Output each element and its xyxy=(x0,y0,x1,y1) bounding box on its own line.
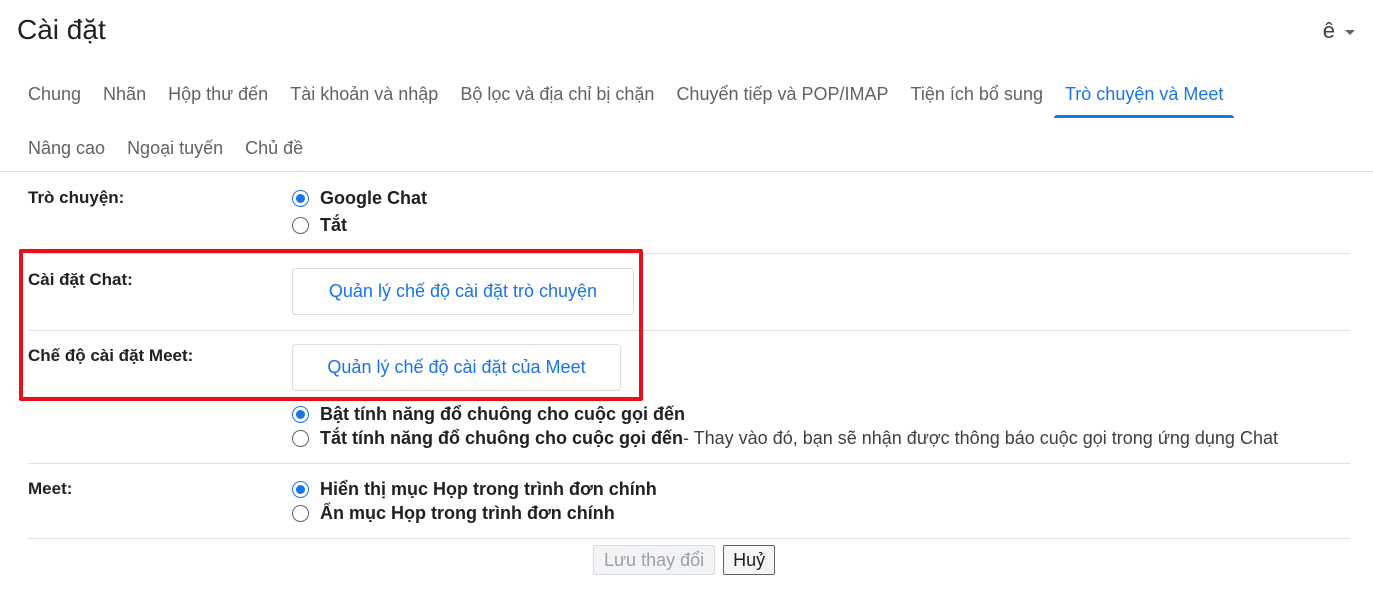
option-label: Tắt tính năng đổ chuông cho cuộc gọi đến xyxy=(320,428,683,448)
option-label: Tắt xyxy=(320,215,347,235)
manage-meet-settings-button[interactable]: Quản lý chế độ cài đặt của Meet xyxy=(292,344,621,391)
chat-settings-label: Cài đặt Chat: xyxy=(28,270,133,289)
cancel-button[interactable]: Huỷ xyxy=(723,545,776,575)
tab-filters-blocked[interactable]: Bộ lọc và địa chỉ bị chặn xyxy=(449,70,665,118)
tabs-divider xyxy=(0,171,1373,172)
tab-label: Hộp thư đến xyxy=(168,83,269,104)
tab-offline[interactable]: Ngoại tuyến xyxy=(116,124,234,172)
tab-label: Trò chuyện và Meet xyxy=(1064,83,1224,104)
chevron-down-icon xyxy=(1345,29,1355,35)
tab-general[interactable]: Chung xyxy=(17,70,92,118)
save-changes-button[interactable]: Lưu thay đổi xyxy=(593,545,716,575)
tab-addons[interactable]: Tiện ích bổ sung xyxy=(900,70,1054,118)
tab-themes[interactable]: Chủ đề xyxy=(234,124,314,172)
chat-label: Trò chuyện: xyxy=(28,188,125,207)
chat-option-off[interactable]: Tắt xyxy=(292,213,427,238)
tab-chat-and-meet[interactable]: Trò chuyện và Meet xyxy=(1053,70,1235,118)
row-divider xyxy=(28,538,1350,539)
tab-label: Tiện ích bổ sung xyxy=(910,83,1043,104)
meet-settings-label: Chế độ cài đặt Meet: xyxy=(28,346,194,365)
meet-options: Hiển thị mục Họp trong trình đơn chính Ẩ… xyxy=(292,477,657,526)
manage-chat-settings-button[interactable]: Quản lý chế độ cài đặt trò chuyện xyxy=(292,268,634,315)
option-label: Bật tính năng đổ chuông cho cuộc gọi đến xyxy=(320,404,685,424)
radio-button[interactable] xyxy=(292,217,309,234)
row-divider xyxy=(28,253,1350,254)
chat-options: Google Chat Tắt xyxy=(292,186,427,238)
page-title: Cài đặt xyxy=(17,14,106,45)
row-divider xyxy=(28,330,1350,331)
radio-button-checked[interactable] xyxy=(292,481,309,498)
input-tools-indicator: ê xyxy=(1322,18,1335,43)
tab-accounts-import[interactable]: Tài khoản và nhập xyxy=(279,70,449,118)
tab-label: Chung xyxy=(28,83,82,104)
meet-option-hide[interactable]: Ẩn mục Họp trong trình đơn chính xyxy=(292,501,657,526)
tab-advanced[interactable]: Nâng cao xyxy=(17,124,116,172)
settings-header: Cài đặt ê xyxy=(0,0,1373,66)
footer-actions: Lưu thay đổi Huỷ xyxy=(593,545,776,575)
tab-label: Chủ đề xyxy=(245,137,304,158)
option-description: - Thay vào đó, bạn sẽ nhận được thông bá… xyxy=(682,428,1278,448)
radio-button[interactable] xyxy=(292,430,309,447)
ringing-options: Bật tính năng đổ chuông cho cuộc gọi đến… xyxy=(292,402,1278,451)
input-tools-picker[interactable]: ê xyxy=(1323,18,1355,44)
tab-label: Nhãn xyxy=(103,83,147,104)
row-divider xyxy=(28,463,1350,464)
tab-labels[interactable]: Nhãn xyxy=(92,70,157,118)
meet-label: Meet: xyxy=(28,479,73,498)
tab-forwarding-pop-imap[interactable]: Chuyển tiếp và POP/IMAP xyxy=(665,70,899,118)
chat-option-google-chat[interactable]: Google Chat xyxy=(292,186,427,211)
radio-button-checked[interactable] xyxy=(292,406,309,423)
tab-row-2: Nâng cao Ngoại tuyến Chủ đề xyxy=(17,124,1357,172)
tab-inbox[interactable]: Hộp thư đến xyxy=(157,70,279,118)
tab-label: Chuyển tiếp và POP/IMAP xyxy=(676,83,889,104)
option-label: Google Chat xyxy=(320,188,427,208)
option-label: Hiển thị mục Họp trong trình đơn chính xyxy=(320,479,657,499)
radio-button-checked[interactable] xyxy=(292,190,309,207)
meet-option-show[interactable]: Hiển thị mục Họp trong trình đơn chính xyxy=(292,477,657,502)
tab-label: Nâng cao xyxy=(28,137,106,158)
settings-tabs: Chung Nhãn Hộp thư đến Tài khoản và nhập… xyxy=(17,70,1357,172)
option-label: Ẩn mục Họp trong trình đơn chính xyxy=(320,503,615,523)
radio-button[interactable] xyxy=(292,505,309,522)
tab-label: Tài khoản và nhập xyxy=(290,83,439,104)
tab-label: Bộ lọc và địa chỉ bị chặn xyxy=(460,83,655,104)
ringing-option-off[interactable]: Tắt tính năng đổ chuông cho cuộc gọi đến… xyxy=(292,426,1278,451)
tab-row-1: Chung Nhãn Hộp thư đến Tài khoản và nhập… xyxy=(17,70,1357,118)
tab-label: Ngoại tuyến xyxy=(127,137,224,158)
ringing-option-on[interactable]: Bật tính năng đổ chuông cho cuộc gọi đến xyxy=(292,402,1278,427)
